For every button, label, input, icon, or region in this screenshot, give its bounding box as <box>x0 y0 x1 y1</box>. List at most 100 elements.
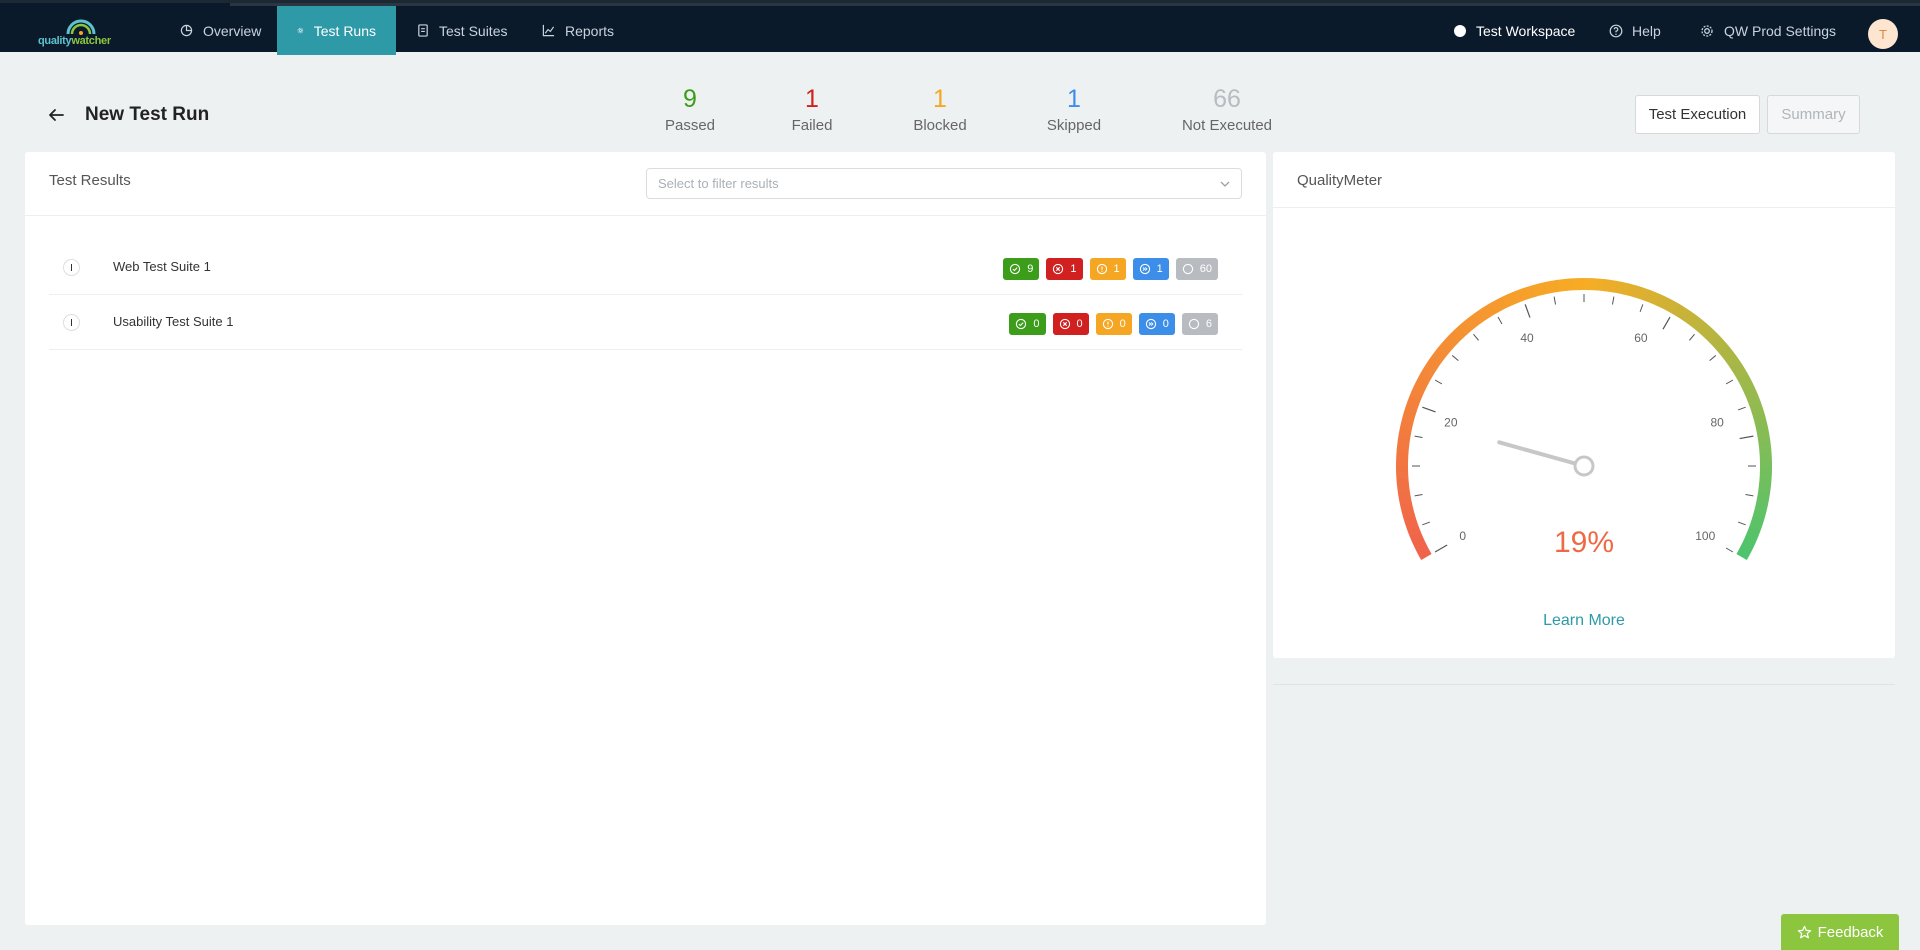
badge-count: 6 <box>1205 318 1212 330</box>
gauge-tick <box>1414 493 1423 497</box>
gauge-arc-segment <box>1753 414 1767 424</box>
check-circle-icon <box>1016 318 1027 330</box>
gauge-arc-segment <box>1400 420 1414 430</box>
nav-test-runs[interactable]: Test Runs <box>277 6 396 55</box>
stat-skipped-label: Skipped <box>1046 117 1102 134</box>
x-circle-icon <box>1059 318 1070 330</box>
nav-test-suites[interactable]: Test Suites <box>397 6 527 55</box>
gauge-arc-segment <box>1751 407 1765 418</box>
gauge-arc-segment <box>1398 496 1412 506</box>
expand-toggle-icon[interactable] <box>63 314 80 331</box>
gauge-arc-segment <box>1407 395 1421 406</box>
settings-link[interactable]: QW Prod Settings <box>1700 6 1836 55</box>
gauge-tick <box>1451 355 1459 361</box>
gauge-arc-segment <box>1403 407 1417 418</box>
gauge-arc-segment <box>1718 345 1733 358</box>
gauge-tick <box>1553 296 1557 305</box>
gauge-arc-segment <box>1706 330 1720 344</box>
learn-more-link[interactable]: Learn More <box>1273 612 1895 630</box>
feedback-button[interactable]: Feedback <box>1781 914 1899 950</box>
gauge-tick <box>1745 493 1754 497</box>
gauge-tick <box>1422 406 1436 413</box>
gauge-value: 19% <box>1554 526 1614 559</box>
gauge-arc-segment <box>1744 389 1759 401</box>
gauge-arc-segment <box>1644 289 1655 303</box>
gauge-arc-segment <box>1400 502 1414 512</box>
gauge-tick-label: 20 <box>1444 416 1458 430</box>
badge-count: 0 <box>1076 318 1083 330</box>
stat-passed-value: 9 <box>683 85 697 113</box>
gauge-arc-segment <box>1484 303 1497 317</box>
gauge-arc-segment <box>1753 508 1767 519</box>
gauge-arc-segment <box>1396 477 1409 486</box>
gauge-arc-segment <box>1448 330 1462 344</box>
stat-skipped: 1 Skipped <box>1004 85 1144 134</box>
gauge-arc-segment <box>1544 280 1554 294</box>
gauge-arc-segment <box>1507 291 1519 306</box>
gauge-arc-segment <box>1736 548 1750 560</box>
gauge-arc-segment <box>1414 542 1429 555</box>
gauge-arc-segment <box>1397 490 1411 499</box>
gauge-tick <box>1662 316 1671 330</box>
star-icon <box>1797 925 1811 938</box>
nav-test-suites-label: Test Suites <box>439 22 508 39</box>
badge-blocked: 1 <box>1089 258 1126 280</box>
nav-overview[interactable]: Overview <box>160 6 281 55</box>
workspace-label: Test Workspace <box>1476 22 1576 39</box>
gauge-needle <box>1497 440 1586 468</box>
gauge-arc-segment <box>1739 377 1754 390</box>
filter-placeholder: Select to filter results <box>658 176 779 191</box>
summary-button[interactable]: Summary <box>1767 95 1860 134</box>
gauge-arc-segment <box>1754 502 1768 512</box>
gauge-arc-segment <box>1405 401 1419 412</box>
gauge-arc-segment <box>1557 278 1566 292</box>
app-logo[interactable]: qualitywatcher <box>38 14 122 48</box>
x-circle-icon <box>1053 263 1064 275</box>
gauge-arc-segment <box>1424 360 1439 373</box>
back-arrow-icon[interactable] <box>46 105 66 125</box>
stat-blocked-label: Blocked <box>913 117 967 134</box>
help-label: Help <box>1632 22 1661 39</box>
document-icon <box>418 24 428 37</box>
gauge-arc-segment <box>1632 285 1643 299</box>
gauge-arc-segment <box>1747 526 1761 537</box>
user-avatar[interactable]: T <box>1868 19 1898 49</box>
check-circle-icon <box>1010 263 1021 275</box>
workspace-selector[interactable]: Test Workspace <box>1454 6 1575 55</box>
table-row[interactable]: Web Test Suite 1 9 1 1 1 60 <box>49 240 1242 295</box>
gauge-arc-segment <box>1401 508 1415 518</box>
test-execution-button[interactable]: Test Execution <box>1635 95 1760 134</box>
gauge-tick <box>1611 296 1615 305</box>
gauge-arc-segment <box>1733 366 1747 379</box>
gauge-arc-segment <box>1463 317 1476 332</box>
stat-passed: 9 Passed <box>620 85 760 134</box>
gauge-tick <box>1497 316 1503 325</box>
settings-label: QW Prod Settings <box>1724 22 1837 39</box>
gauge-arc-segment <box>1726 355 1741 368</box>
filter-results-select[interactable]: Select to filter results <box>646 168 1242 199</box>
gauge-arc-segment <box>1397 439 1410 448</box>
gauge-arc-segment <box>1756 496 1770 506</box>
gauge-arc-segment <box>1710 335 1724 349</box>
gauge-tick <box>1524 304 1531 318</box>
nav-reports[interactable]: Reports <box>522 6 634 55</box>
gauge-arc-segment <box>1513 289 1525 303</box>
logo-arc-icon <box>66 19 96 35</box>
help-icon <box>1609 24 1623 37</box>
gauge-arc-segment <box>1614 280 1624 294</box>
help-link[interactable]: Help <box>1609 6 1661 55</box>
gauge-arc-segment <box>1403 514 1417 525</box>
gauge-tick-label: 100 <box>1695 529 1715 543</box>
badge-count: 0 <box>1033 318 1040 330</box>
gauge-tick-label: 0 <box>1459 529 1466 543</box>
expand-toggle-icon[interactable] <box>63 259 80 276</box>
gauge-arc-segment <box>1444 335 1458 349</box>
gauge-arc-segment <box>1397 433 1411 442</box>
gauge-arc-segment <box>1602 279 1611 292</box>
status-badges: 0 0 0 0 6 <box>1009 313 1218 335</box>
gauge-arc-segment <box>1538 282 1548 296</box>
gauge-tick-label: 80 <box>1710 416 1724 430</box>
gauge-tick <box>1739 435 1754 440</box>
table-row[interactable]: Usability Test Suite 1 0 0 0 0 6 <box>49 295 1242 350</box>
logo-text: qualitywatcher <box>38 35 111 47</box>
